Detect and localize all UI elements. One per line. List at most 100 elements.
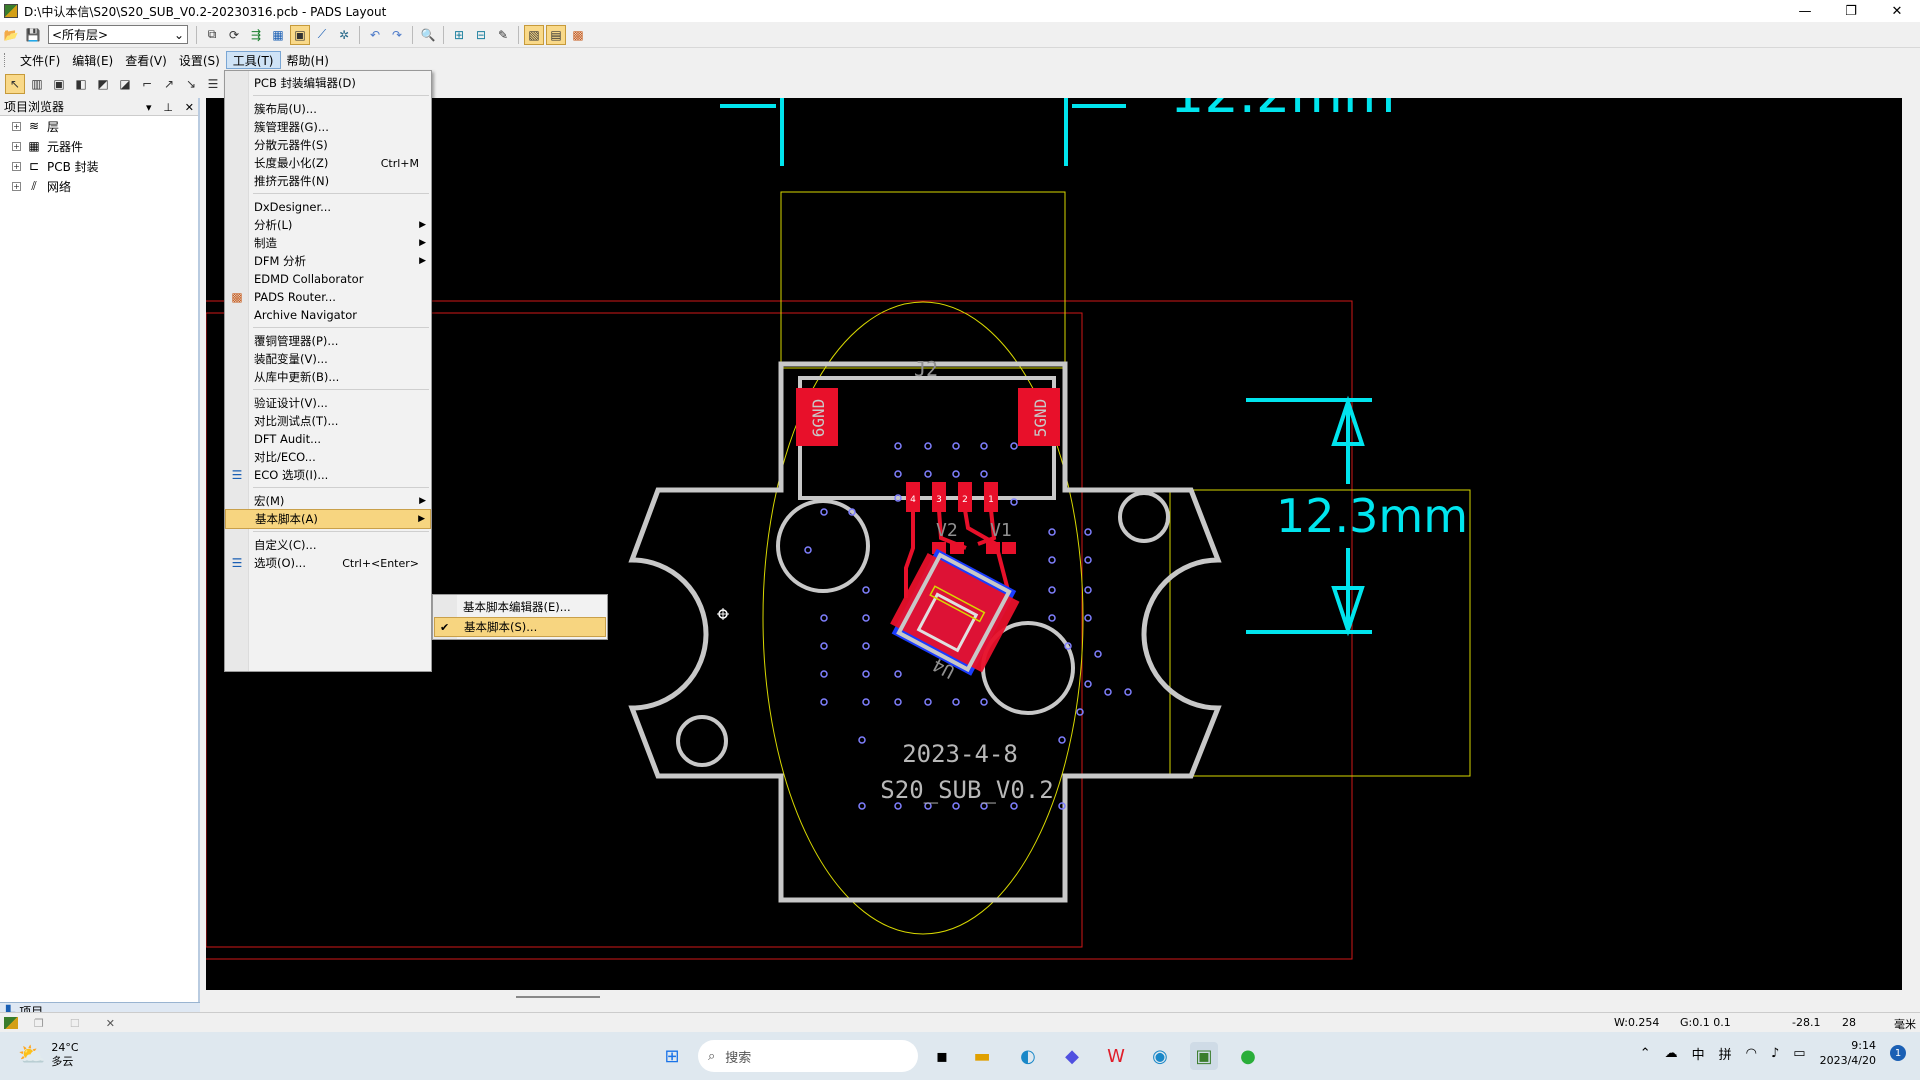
mini-window-tab[interactable]: ❐ ☐ ✕ [0, 1013, 150, 1033]
tray-chevron-icon[interactable]: ⌃ [1640, 1046, 1651, 1061]
expand-icon[interactable]: + [12, 121, 21, 131]
snowflake-icon[interactable]: ✲ [334, 25, 354, 45]
list-icon[interactable]: ☰ [203, 74, 223, 94]
menu-item-cluster-place[interactable]: 簇布局(U)... [225, 99, 431, 119]
menu-item-eco-options[interactable]: ☰ ECO 选项(I)... [225, 465, 431, 485]
save-icon[interactable]: 💾 [23, 25, 43, 45]
stretch-icon[interactable]: ↗ [159, 74, 179, 94]
menu-item-compare-eco[interactable]: 对比/ECO... [225, 447, 431, 467]
menu-item-length-minimize[interactable]: 长度最小化(Z) Ctrl+M [225, 153, 431, 173]
bend-icon[interactable]: ↘ [181, 74, 201, 94]
chat-icon[interactable]: ◉ [1146, 1042, 1174, 1070]
tree-item-decals[interactable]: + ⊏ PCB 封装 [0, 156, 198, 176]
menu-item-archive-navigator[interactable]: Archive Navigator [225, 305, 431, 325]
menu-item-customize[interactable]: 自定义(C)... [225, 535, 431, 555]
menu-item-cluster-manager[interactable]: 簇管理器(G)... [225, 117, 431, 137]
route-tool-icon[interactable]: ◩ [93, 74, 113, 94]
mini-max-icon[interactable]: ☐ [70, 1017, 80, 1030]
onedrive-icon[interactable]: ☁ [1665, 1046, 1678, 1061]
split-icon[interactable]: ⌐ [137, 74, 157, 94]
layer-select[interactable]: <所有层> ⌄ [48, 25, 188, 44]
start-icon[interactable]: ⊞ [658, 1042, 686, 1070]
ime-pinyin[interactable]: 拼 [1719, 1044, 1732, 1063]
menu-item-options[interactable]: ☰ 选项(O)... Ctrl+<Enter> [225, 553, 431, 573]
menu-setup[interactable]: 设置(S) [173, 51, 226, 69]
app-icon-blue[interactable]: ◆ [1058, 1042, 1086, 1070]
task-view-icon[interactable]: ▪ [928, 1042, 956, 1070]
rotate-icon[interactable]: ◧ [71, 74, 91, 94]
select-icon[interactable]: ↖ [5, 74, 25, 94]
wechat-icon[interactable]: ● [1234, 1042, 1262, 1070]
menu-help[interactable]: 帮助(H) [281, 51, 335, 69]
menu-item-disperse[interactable]: 分散元器件(S) [225, 135, 431, 155]
weather-widget[interactable]: ⛅ 24°C 多云 [18, 1041, 79, 1069]
grid-icon[interactable]: ▦ [268, 25, 288, 45]
menu-item-dfm[interactable]: DFM 分析 ▶ [225, 251, 431, 271]
pin-icon[interactable]: ⊥ [163, 101, 173, 114]
tree-item-components[interactable]: + ▦ 元器件 [0, 136, 198, 156]
refresh-icon[interactable]: ⟳ [224, 25, 244, 45]
menu-edit[interactable]: 编辑(E) [66, 51, 119, 69]
pads-taskbar-icon[interactable]: ▣ [1190, 1042, 1218, 1070]
menu-item-compare-testpoints[interactable]: 对比测试点(T)... [225, 411, 431, 431]
redraw-icon[interactable]: ⧉ [202, 25, 222, 45]
menu-item-assembly-variants[interactable]: 装配变量(V)... [225, 349, 431, 369]
expand-icon[interactable]: + [12, 161, 21, 171]
minimize-button[interactable]: — [1782, 0, 1828, 22]
open-icon[interactable]: 📂 [1, 25, 21, 45]
menu-tools[interactable]: 工具(T) [225, 51, 281, 69]
file-explorer-icon[interactable]: ▬ [968, 1042, 996, 1070]
menu-file[interactable]: 文件(F) [14, 51, 66, 69]
horizontal-scrollbar[interactable] [206, 990, 1920, 1004]
menu-item-analysis[interactable]: 分析(L) ▶ [225, 215, 431, 235]
display-icon[interactable]: ⊞ [449, 25, 469, 45]
router-icon[interactable]: ▩ [568, 25, 588, 45]
undo-icon[interactable]: ↶ [365, 25, 385, 45]
edge-icon[interactable]: ◐ [1014, 1042, 1042, 1070]
mini-restore-icon[interactable]: ❐ [34, 1017, 44, 1030]
tree-item-nets[interactable]: + ⫽ 网络 [0, 176, 198, 196]
menu-item-fabrication[interactable]: 制造 ▶ [225, 233, 431, 253]
menu-item-basic-script-editor[interactable]: 基本脚本编辑器(E)... [434, 597, 606, 617]
brush-icon[interactable]: ✎ [493, 25, 513, 45]
close-button[interactable]: ✕ [1874, 0, 1920, 22]
wifi-icon[interactable]: ◠ [1746, 1046, 1757, 1061]
battery-icon[interactable]: ▭ [1793, 1046, 1805, 1061]
expand-icon[interactable]: + [12, 181, 21, 191]
trace-icon[interactable]: ⟋ [312, 25, 332, 45]
clock[interactable]: 9:14 2023/4/20 [1820, 1038, 1876, 1068]
menu-item-edmd[interactable]: EDMD Collaborator [225, 269, 431, 289]
volume-icon[interactable]: ♪ [1771, 1046, 1779, 1061]
design-toolbar-icon[interactable]: ▣ [290, 24, 310, 45]
move-icon[interactable]: ▣ [49, 74, 69, 94]
redo-icon[interactable]: ↷ [387, 25, 407, 45]
menu-view[interactable]: 查看(V) [119, 51, 173, 69]
menu-item-dft-audit[interactable]: DFT Audit... [225, 429, 431, 449]
menu-item-pads-router[interactable]: ▩ PADS Router... [225, 287, 431, 307]
vertical-scrollbar[interactable] [1904, 98, 1920, 990]
copper-icon[interactable]: ◪ [115, 74, 135, 94]
menu-item-push-parts[interactable]: 推挤元器件(N) [225, 171, 431, 191]
menu-item-dxdesigner[interactable]: DxDesigner... [225, 197, 431, 217]
menu-item-verify-design[interactable]: 验证设计(V)... [225, 393, 431, 413]
menu-item-pour-manager[interactable]: 覆铜管理器(P)... [225, 331, 431, 351]
browser-close-icon[interactable]: ✕ [185, 101, 194, 114]
taskbar-search[interactable]: ⌕ 搜索 [698, 1040, 918, 1072]
window-icon[interactable]: ▤ [546, 24, 566, 45]
wps-icon[interactable]: W [1102, 1042, 1130, 1070]
menu-item-macro[interactable]: 宏(M) ▶ [225, 491, 431, 511]
menu-item-basic-scripts[interactable]: 基本脚本(A) ▶ [225, 509, 431, 529]
pcb-canvas[interactable]: 12.2mm J2 6GND 5GND 4 3 2 1 V2 V1 [206, 98, 1902, 990]
expand-icon[interactable]: + [12, 141, 21, 151]
route-icon[interactable]: ⇶ [246, 25, 266, 45]
macro-icon[interactable]: ▧ [524, 24, 544, 45]
mini-close-icon[interactable]: ✕ [106, 1017, 115, 1030]
browser-dropdown-icon[interactable]: ▾ [146, 101, 152, 114]
component-icon[interactable]: ▥ [27, 74, 47, 94]
maximize-button[interactable]: ❐ [1828, 0, 1874, 22]
menu-item-update-from-library[interactable]: 从库中更新(B)... [225, 367, 431, 387]
notification-badge[interactable]: 1 [1890, 1045, 1906, 1061]
ime-mode[interactable]: 中 [1692, 1044, 1705, 1063]
layer-icon[interactable]: ⊟ [471, 25, 491, 45]
tree-item-layers[interactable]: + ≋ 层 [0, 116, 198, 136]
